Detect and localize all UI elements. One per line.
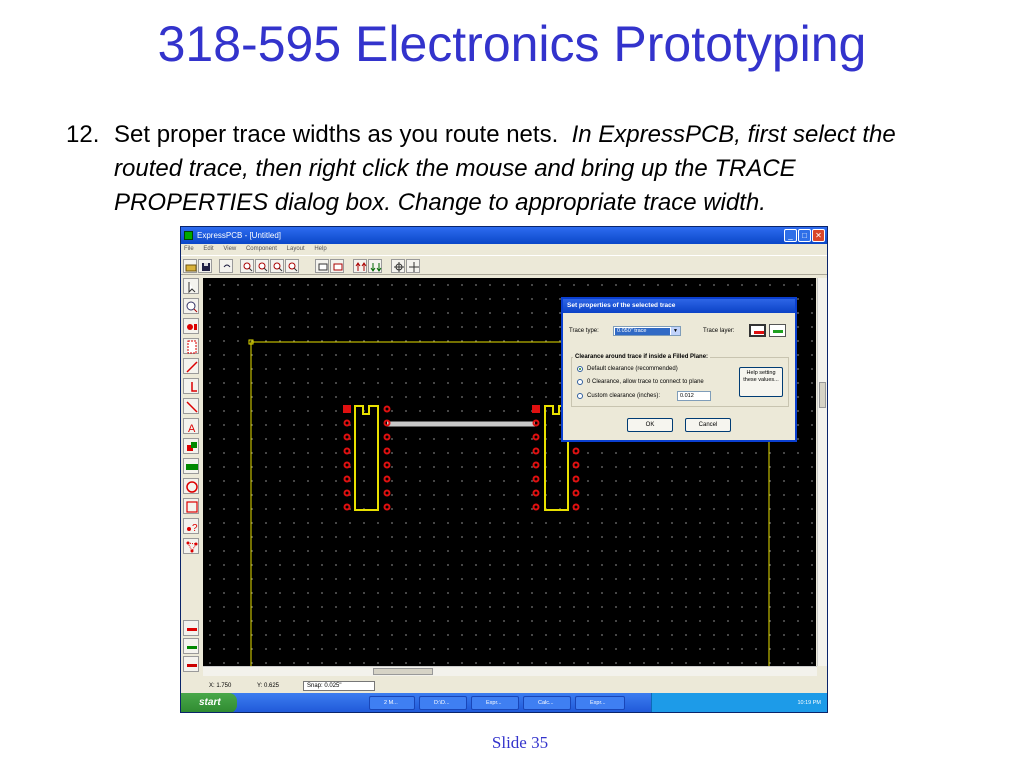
corner-trace-icon[interactable] [183,378,199,394]
app-icon [184,231,193,240]
task-item-5[interactable]: Expr... [575,696,625,710]
part-icon[interactable] [183,458,199,474]
zoom-area-icon[interactable] [270,259,284,273]
menu-layout[interactable]: Layout [287,246,305,252]
trace-properties-dialog: Set properties of the selected trace Tra… [561,297,797,442]
status-y: Y: 0.625 [257,683,280,689]
svg-text:?: ? [192,523,198,534]
menu-view[interactable]: View [223,246,236,252]
clock: 10:19 PM [797,700,821,706]
layer-bottom-icon[interactable] [183,638,199,654]
vertical-scrollbar[interactable] [817,278,827,666]
zoom-in-icon[interactable] [240,259,254,273]
option-custom-clearance: Custom clearance (inches): [587,393,661,399]
close-button[interactable]: ✕ [812,229,825,242]
open-icon[interactable] [183,259,197,273]
pads-right-b [572,433,580,511]
layer-silk-icon[interactable] [183,656,199,672]
trace-type-label: Trace type: [569,328,599,334]
pcb-canvas[interactable]: Set properties of the selected trace Tra… [203,278,816,666]
slide-number: Slide 35 [491,733,549,752]
component-icon[interactable] [183,338,199,354]
task-item-2[interactable]: D:\D... [419,696,467,710]
align-down-icon[interactable] [368,259,382,273]
clearance-group-title: Clearance around trace if inside a Fille… [573,353,711,361]
layer-top-icon[interactable] [183,620,199,636]
help-setting-button[interactable]: Help setting these values... [739,367,783,397]
zoom-tool-icon[interactable] [183,298,199,314]
text-icon[interactable]: A [183,418,199,434]
trace-icon[interactable] [183,358,199,374]
status-bar: X: 1.750 Y: 0.625 Snap: 0.025" [181,679,827,693]
snap-select[interactable]: Snap: 0.025" [303,681,375,691]
window-titlebar[interactable]: ExpressPCB - [Untitled] _ □ ✕ [181,227,827,244]
bullet-text: Set proper trace widths as you route net… [114,118,944,220]
maximize-button[interactable]: □ [798,229,811,242]
rectangle-icon[interactable] [183,498,199,514]
ok-button[interactable]: OK [627,418,673,432]
menu-component[interactable]: Component [246,246,277,252]
menu-file[interactable]: File [184,246,194,252]
layer-bottom-button[interactable] [769,324,786,337]
system-tray: 10:19 PM [651,693,827,712]
radio-default-clearance[interactable] [577,366,583,372]
net-icon[interactable] [183,538,199,554]
vertical-scroll-thumb[interactable] [819,382,826,408]
option-default-clearance: Default clearance (recommended) [587,366,678,372]
menu-help[interactable]: Help [314,246,326,252]
task-item-3[interactable]: Expr... [471,696,519,710]
menu-edit[interactable]: Edit [203,246,213,252]
align-up-icon[interactable] [353,259,367,273]
status-x: X: 1.750 [209,683,232,689]
main-toolbar [181,255,827,275]
zoom-fit-icon[interactable] [285,259,299,273]
horizontal-scrollbar[interactable] [203,666,817,676]
horizontal-scroll-thumb[interactable] [373,668,433,675]
pointer-icon[interactable] [183,278,199,294]
pan-icon[interactable] [406,259,420,273]
radio-zero-clearance[interactable] [577,379,583,385]
fill-icon[interactable] [183,438,199,454]
expresspcb-window: ExpressPCB - [Untitled] _ □ ✕ File Edit … [180,226,828,713]
trace-layer-label: Trace layer: [703,328,735,334]
option-zero-clearance: 0 Clearance, allow trace to connect to p… [587,379,704,385]
bullet-number: 12. [66,121,100,148]
window-title: ExpressPCB - [Untitled] [197,231,282,240]
chevron-down-icon[interactable]: ▼ [671,327,680,335]
pads-left-a [343,405,351,511]
layer-top-button[interactable] [749,324,766,337]
query-icon[interactable]: ? [183,518,199,534]
undo-icon[interactable] [219,259,233,273]
menu-bar: File Edit View Component Layout Help [181,244,827,255]
zoom-out-icon[interactable] [255,259,269,273]
minimize-button[interactable]: _ [784,229,797,242]
left-toolbox: A ? [181,276,201,676]
custom-clearance-input[interactable]: 0.012 [677,391,711,401]
start-button[interactable]: start [181,693,237,712]
svg-text:A: A [188,423,196,434]
snap-value: Snap: 0.025" [307,683,342,689]
component-props-icon[interactable] [330,259,344,273]
circle-icon[interactable] [183,478,199,494]
trace-type-select[interactable]: 0.050" trace ▼ [613,326,681,336]
pad-icon[interactable] [183,318,199,334]
pads-right-a [532,405,540,511]
move-icon[interactable] [391,259,405,273]
task-item-4[interactable]: Calc... [523,696,571,710]
properties-icon[interactable] [315,259,329,273]
trace-type-value: 0.050" trace [615,328,670,335]
save-icon[interactable] [198,259,212,273]
slide-title: 318-595 Electronics Prototyping [157,16,867,72]
task-item-1[interactable]: 2 M... [369,696,415,710]
cancel-button[interactable]: Cancel [685,418,731,432]
ic-outline-left [354,405,379,511]
radio-custom-clearance[interactable] [577,393,583,399]
dialog-title: Set properties of the selected trace [563,299,795,313]
taskbar: start 2 M... D:\D... Expr... Calc... Exp… [181,693,827,712]
diagonal-icon[interactable] [183,398,199,414]
bullet-text-plain: Set proper trace widths as you route net… [114,121,559,148]
